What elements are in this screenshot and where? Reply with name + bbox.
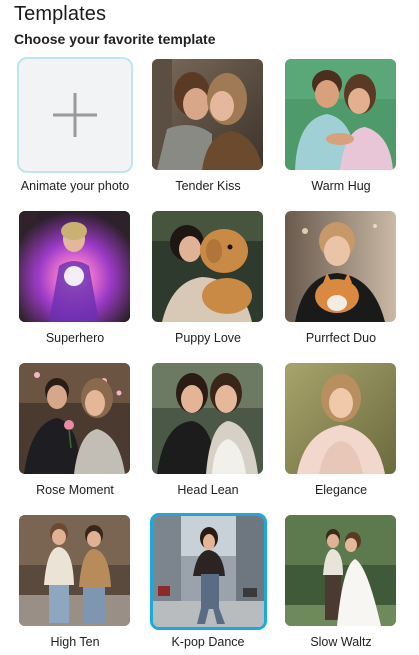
- template-thumbnail: [285, 59, 396, 170]
- template-card-head-lean[interactable]: Head Lean: [147, 358, 269, 498]
- page-title: Templates: [14, 3, 107, 25]
- template-thumbnail: [19, 515, 130, 626]
- template-label: Animate your photo: [20, 179, 130, 193]
- template-card-animate-your-photo[interactable]: Animate your photo: [14, 54, 136, 194]
- template-thumbnail-selected: [150, 513, 267, 630]
- page-subtitle: Choose your favorite template: [14, 31, 216, 47]
- template-label: Elegance: [314, 483, 368, 497]
- template-card-tender-kiss[interactable]: Tender Kiss: [147, 54, 269, 194]
- plus-icon: [53, 93, 97, 137]
- template-label: Superhero: [45, 331, 105, 345]
- template-card-high-ten[interactable]: High Ten: [14, 510, 136, 650]
- template-thumbnail: [285, 211, 396, 322]
- template-thumbnail: [19, 363, 130, 474]
- template-thumbnail: [285, 363, 396, 474]
- template-label: K-pop Dance: [171, 635, 245, 649]
- template-thumbnail: [152, 211, 263, 322]
- template-label: Slow Waltz: [310, 635, 372, 649]
- template-thumbnail: [152, 59, 263, 170]
- template-card-k-pop-dance[interactable]: K-pop Dance: [147, 510, 269, 650]
- template-card-warm-hug[interactable]: Warm Hug: [280, 54, 402, 194]
- template-thumbnail: [19, 211, 130, 322]
- template-grid: Animate your photo Tender Kiss Warm Hug …: [14, 54, 404, 650]
- add-photo-tile[interactable]: [17, 57, 133, 173]
- template-thumbnail: [285, 515, 396, 626]
- template-label: Puppy Love: [174, 331, 242, 345]
- template-card-purrfect-duo[interactable]: Purrfect Duo: [280, 206, 402, 346]
- template-label: Warm Hug: [311, 179, 371, 193]
- template-label: Purrfect Duo: [305, 331, 377, 345]
- template-card-superhero[interactable]: Superhero: [14, 206, 136, 346]
- template-label: Head Lean: [177, 483, 239, 497]
- template-card-rose-moment[interactable]: Rose Moment: [14, 358, 136, 498]
- template-card-puppy-love[interactable]: Puppy Love: [147, 206, 269, 346]
- template-card-slow-waltz[interactable]: Slow Waltz: [280, 510, 402, 650]
- template-thumbnail: [152, 363, 263, 474]
- template-label: Tender Kiss: [175, 179, 241, 193]
- template-card-elegance[interactable]: Elegance: [280, 358, 402, 498]
- template-label: Rose Moment: [36, 483, 114, 497]
- template-label: High Ten: [50, 635, 100, 649]
